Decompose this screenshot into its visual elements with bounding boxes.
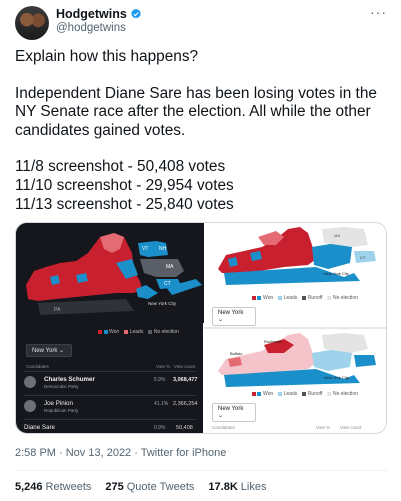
quote-tweets-stat[interactable]: 275 Quote Tweets (105, 481, 194, 493)
display-name[interactable]: Hodgetwins (56, 7, 127, 21)
state-select[interactable]: New York ⌄ (26, 344, 72, 357)
tweet-timestamp[interactable]: 2:58 PM · Nov 13, 2022 · Twitter for iPh… (15, 447, 226, 459)
tweet: Hodgetwins @hodgetwins ··· Explain how t… (0, 0, 401, 501)
retweets-stat[interactable]: 5,246 Retweets (15, 481, 91, 493)
likes-stat[interactable]: 17.8K Likes (208, 481, 266, 493)
map-legend: Won Leads No election (98, 329, 179, 335)
map-label: New York City (324, 271, 349, 276)
map-label: New York City (324, 375, 349, 380)
state-select[interactable]: New York ⌄ (211, 403, 256, 422)
author-name-row[interactable]: Hodgetwins (56, 7, 142, 21)
ny-map-dark: PA VT NH MA CT New York City (16, 223, 204, 323)
map-legend: Won Leads Runoff No election (251, 391, 358, 397)
screenshot-light-bottom[interactable]: Rochester Buffalo New York City Won Lead… (203, 329, 386, 433)
screenshot-dark[interactable]: PA VT NH MA CT New York City Won Leads N… (16, 223, 204, 433)
map-label: PA (54, 307, 61, 313)
map-label: MA (166, 264, 174, 270)
table-header-candidates: Candidates (26, 364, 49, 369)
map-legend: Won Leads Runoff No election (251, 295, 358, 301)
map-label: NH (159, 246, 167, 252)
divider (15, 470, 387, 471)
candidate-photo (24, 400, 36, 412)
chevron-down-icon: ⌄ (59, 348, 65, 354)
map-label: CT (360, 255, 366, 260)
verified-badge-icon (131, 8, 141, 19)
map-label: MA (334, 233, 340, 238)
state-select[interactable]: New York ⌄ (211, 307, 256, 326)
map-label: VT (142, 246, 148, 252)
table-header-vote-count: Vote count (339, 425, 362, 430)
chevron-down-icon: ⌄ (217, 317, 224, 323)
table-header-vote-pct: Vote % (156, 364, 171, 369)
tweet-media[interactable]: PA VT NH MA CT New York City Won Leads N… (15, 222, 387, 434)
tweet-paragraph: 11/8 screenshot - 50,408 votes 11/10 scr… (15, 158, 234, 213)
table-header-vote-pct: Vote % (315, 425, 331, 430)
tweet-paragraph: Independent Diane Sare has been losing v… (15, 84, 377, 139)
table-header-vote-count: Vote count (174, 364, 196, 369)
handle[interactable]: @hodgetwins (56, 22, 126, 34)
ny-map-light-top: MA CT New York City (217, 227, 376, 285)
screenshot-light-top[interactable]: MA CT New York City Won Leads Runoff No … (203, 223, 386, 329)
engagement-stats: 5,246 Retweets 275 Quote Tweets 17.8K Likes (15, 481, 266, 493)
tweet-paragraph: Explain how this happens? (15, 48, 199, 65)
table-row[interactable]: Diane Sare 0.9% 50,408 (24, 422, 196, 433)
chevron-down-icon: ⌄ (217, 413, 224, 419)
map-label: New York City (148, 301, 177, 306)
map-label: Rochester (264, 339, 283, 344)
candidate-photo (24, 376, 36, 388)
avatar[interactable] (15, 6, 49, 40)
map-label: Buffalo (230, 351, 243, 356)
ny-map-light-bottom: Rochester Buffalo New York City (217, 333, 376, 387)
table-header-candidates: Candidates (211, 425, 235, 430)
more-icon[interactable]: ··· (370, 4, 387, 20)
screenshot-column: MA CT New York City Won Leads Runoff No … (202, 223, 386, 433)
tweet-text: Explain how this happens? Independent Di… (15, 48, 387, 214)
map-label: CT (164, 281, 171, 287)
